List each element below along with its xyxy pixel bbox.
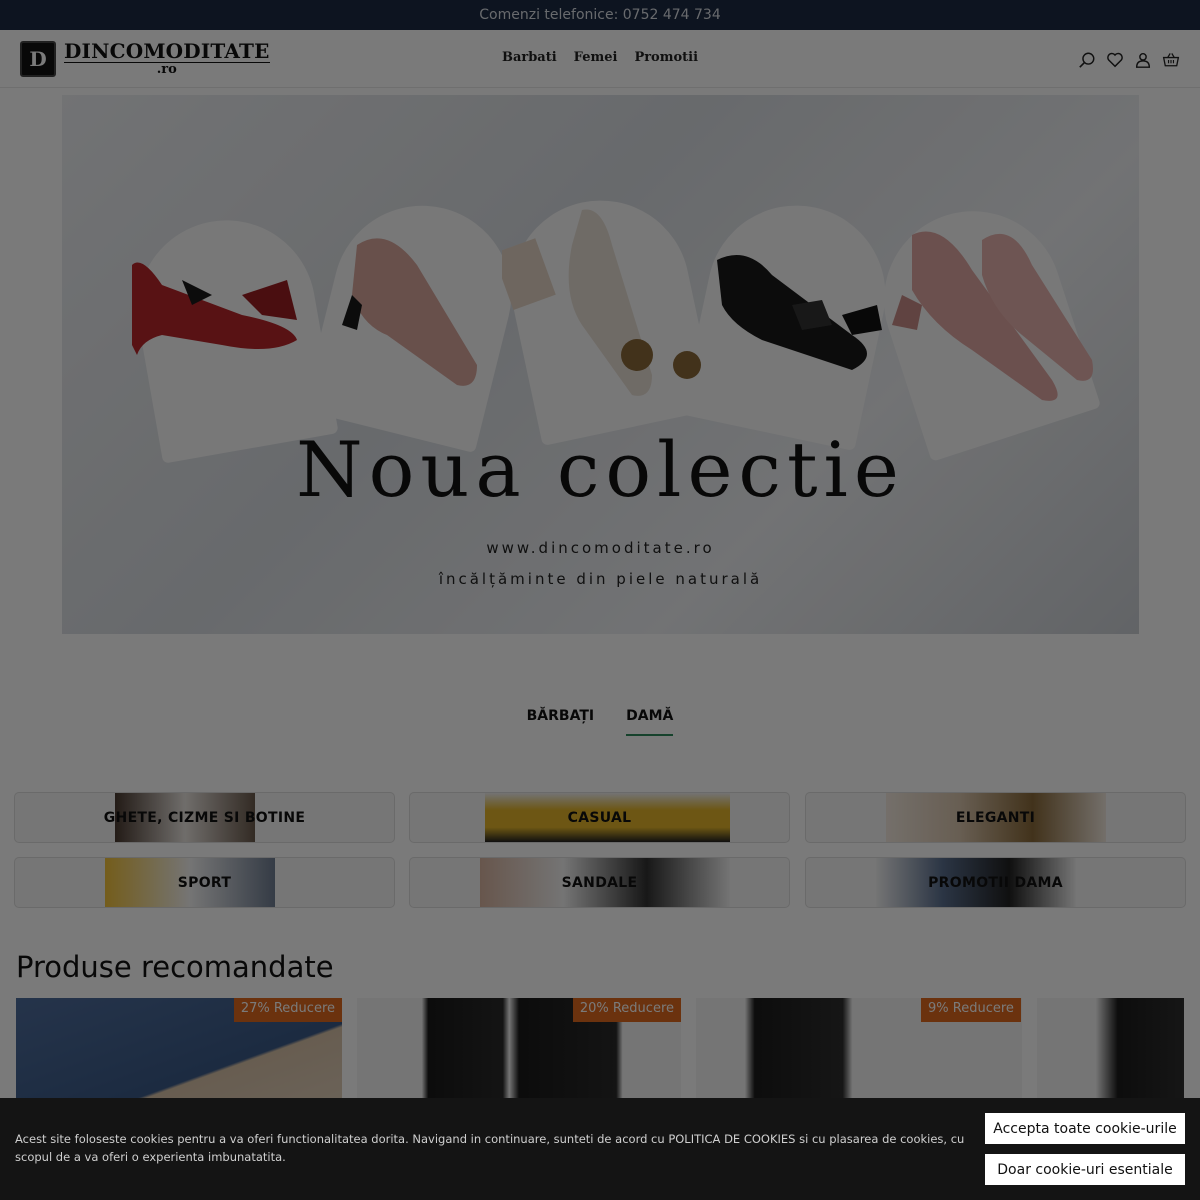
hero-banner[interactable]: Noua colectie www.dincomoditate.ro încăl… — [62, 95, 1139, 634]
category-label: CASUAL — [567, 809, 632, 826]
user-icon[interactable] — [1134, 50, 1152, 68]
category-label: GHETE, CIZME SI BOTINE — [103, 809, 306, 826]
black-shoe-image — [717, 255, 882, 370]
discount-badge: 9% Reducere — [921, 998, 1021, 1022]
category-label: ELEGANTI — [955, 809, 1036, 826]
beige-slingback-image — [502, 209, 701, 396]
section-title-recommended: Produse recomandate — [16, 950, 334, 984]
discount-badge: 20% Reducere — [572, 998, 681, 1022]
site-logo[interactable]: D DINCOMODITATE .ro — [20, 40, 270, 77]
site-header: D DINCOMODITATE .ro Barbati Femei Promot… — [0, 30, 1200, 88]
category-ghete-cizme-botine[interactable]: GHETE, CIZME SI BOTINE — [14, 792, 395, 843]
category-label: SANDALE — [561, 874, 638, 891]
basket-icon[interactable] — [1162, 50, 1180, 68]
essential-cookies-button[interactable]: Doar cookie-uri esentiale — [985, 1154, 1185, 1185]
category-promotii-dama[interactable]: PROMOTII DAMA — [805, 857, 1186, 908]
logo-mark: D — [20, 40, 56, 77]
accept-all-cookies-button[interactable]: Accepta toate cookie-urile — [985, 1113, 1185, 1144]
tab-barbati[interactable]: BĂRBAȚI — [527, 708, 594, 736]
main-nav: Barbati Femei Promotii — [502, 50, 698, 65]
cookie-actions: Accepta toate cookie-urile Doar cookie-u… — [985, 1113, 1185, 1185]
banner-tagline: încălțăminte din piele naturală — [438, 570, 763, 588]
pink-shoe-image — [342, 238, 477, 386]
search-icon[interactable] — [1078, 50, 1096, 68]
tab-dama[interactable]: DAMĂ — [626, 708, 674, 736]
category-label: PROMOTII DAMA — [928, 874, 1063, 891]
banner-title: Noua colectie — [296, 425, 905, 514]
discount-badge: 27% Reducere — [233, 998, 342, 1022]
logo-name: DINCOMODITATE — [64, 39, 270, 63]
logo-text: DINCOMODITATE .ro — [64, 41, 270, 76]
top-announcement-bar: Comenzi telefonice: 0752 474 734 — [0, 0, 1200, 30]
category-casual[interactable]: CASUAL — [409, 792, 790, 843]
gender-tabs: BĂRBAȚI DAMĂ — [0, 708, 1200, 736]
heart-icon[interactable] — [1106, 50, 1124, 68]
category-sandale[interactable]: SANDALE — [409, 857, 790, 908]
pink-bow-shoe-image — [892, 231, 1093, 401]
red-shoe-image — [132, 262, 297, 355]
category-label: SPORT — [177, 874, 232, 891]
category-eleganti[interactable]: ELEGANTI — [805, 792, 1186, 843]
logo-tld: .ro — [156, 62, 177, 77]
nav-promotii[interactable]: Promotii — [634, 50, 698, 65]
phone-order-text[interactable]: Comenzi telefonice: 0752 474 734 — [479, 7, 720, 23]
nav-barbati[interactable]: Barbati — [502, 50, 557, 65]
header-actions — [1078, 50, 1180, 68]
category-sport[interactable]: SPORT — [14, 857, 395, 908]
cookie-banner: Acest site foloseste cookies pentru a va… — [0, 1098, 1200, 1200]
cookie-message: Acest site foloseste cookies pentru a va… — [15, 1132, 965, 1164]
nav-femei[interactable]: Femei — [574, 50, 618, 65]
banner-url: www.dincomoditate.ro — [486, 539, 715, 557]
